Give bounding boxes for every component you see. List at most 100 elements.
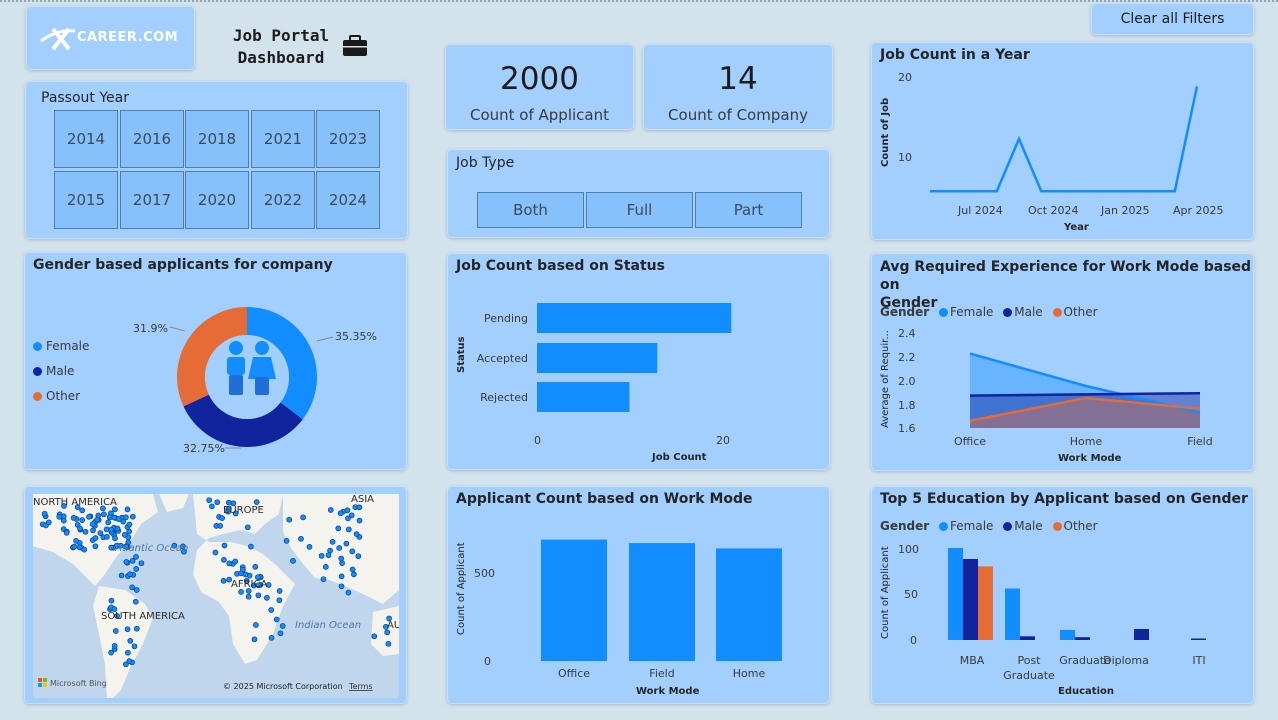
map-label-south-america: SOUTH AMERICA — [101, 611, 185, 622]
edu-bar-diploma-male[interactable] — [1134, 629, 1149, 640]
map-dot — [336, 545, 343, 551]
map-dot — [212, 549, 219, 556]
map-label-indian-ocean: Indian Ocean — [295, 620, 361, 631]
job-count-year-chart: 20 10 Count of Job Jul 2024 Oct 2024 Jan… — [880, 71, 1224, 233]
status-xtick-20: 20 — [716, 434, 730, 447]
map-dot — [226, 560, 233, 567]
clear-filters-button[interactable]: Clear all Filters — [1091, 3, 1254, 35]
edu-bar-graduate-male[interactable] — [1075, 637, 1090, 640]
map-dot — [300, 514, 306, 521]
map-card: NORTH AMERICA EUROPE ASIA Atlantic Ocean… — [24, 486, 407, 704]
female-pct-label: 35.35% — [335, 330, 377, 343]
edu-xtick-post-graduate-line2: Graduate — [1003, 669, 1055, 682]
map-dot — [337, 510, 344, 517]
status-bar-rejected[interactable] — [537, 382, 630, 412]
map-dot — [108, 597, 115, 604]
work-mode-bar-field[interactable] — [629, 543, 695, 661]
map-dot — [345, 526, 352, 533]
year-option-2024[interactable]: 2024 — [316, 171, 380, 229]
map-label-africa: AFRICA — [231, 579, 267, 590]
map-dot — [133, 587, 140, 593]
kpi-companies-label: Count of Company — [668, 106, 808, 124]
map-dot — [81, 546, 88, 553]
year-option-2018[interactable]: 2018 — [185, 110, 249, 168]
job-type-slicer: Job Type Both Full Part — [447, 149, 830, 238]
map-dot — [124, 626, 131, 633]
map-copyright: © 2025 Microsoft Corporation — [223, 682, 343, 691]
work-mode-bar-home[interactable] — [716, 548, 782, 661]
year-option-2014[interactable]: 2014 — [54, 110, 118, 168]
job-type-full[interactable]: Full — [586, 192, 693, 228]
map-dot — [356, 517, 363, 524]
map-dot — [131, 643, 138, 650]
education-xlabel: Education — [1058, 686, 1114, 697]
map-dot — [123, 514, 129, 521]
kpi-applicants-card: 2000 Count of Applicant — [445, 44, 634, 130]
map-terms-link[interactable]: Terms — [348, 682, 373, 691]
donut-hole — [205, 335, 289, 419]
map-dot — [253, 499, 260, 505]
edu-bar-iti-male[interactable] — [1191, 638, 1206, 641]
kpi-applicants-value: 2000 — [500, 61, 579, 97]
status-bar-accepted[interactable] — [537, 343, 658, 373]
map-dot — [133, 566, 140, 572]
year-option-2020[interactable]: 2020 — [185, 171, 249, 229]
map-dot — [70, 515, 77, 521]
job-type-part[interactable]: Part — [695, 192, 802, 228]
map-dot — [129, 513, 136, 520]
map-dot — [371, 633, 378, 640]
world-map[interactable]: NORTH AMERICA EUROPE ASIA Atlantic Ocean… — [33, 494, 399, 698]
job-type-both[interactable]: Both — [477, 192, 584, 228]
map-dot — [248, 543, 254, 550]
map-dot — [112, 535, 118, 542]
ytick-20: 20 — [898, 71, 912, 84]
map-dot — [338, 573, 345, 580]
job-type-title: Job Type — [456, 155, 515, 171]
edu-xtick-iti: ITI — [1192, 654, 1205, 667]
year-option-2023[interactable]: 2023 — [316, 110, 380, 168]
year-option-2015[interactable]: 2015 — [54, 171, 118, 229]
edu-bar-mba-other[interactable] — [978, 566, 993, 640]
work-mode-bar-office[interactable] — [541, 539, 607, 661]
map-label-atlantic: Atlantic Ocean — [114, 543, 188, 554]
map-dot — [343, 540, 350, 547]
map-dot — [127, 571, 133, 578]
year-option-2022[interactable]: 2022 — [251, 171, 315, 229]
status-label-accepted: Accepted — [477, 352, 528, 365]
map-label-north-america: NORTH AMERICA — [33, 497, 117, 508]
year-option-2017[interactable]: 2017 — [120, 171, 184, 229]
avg-ytick-2.0: 2.0 — [898, 375, 916, 388]
edu-ytick-50: 50 — [904, 588, 918, 601]
year-option-2021[interactable]: 2021 — [251, 110, 315, 168]
map-dot — [345, 589, 352, 596]
avg-xtick-field: Field — [1187, 435, 1212, 448]
education-bar-chart: Count of Applicant 100 50 0 Education MB… — [880, 543, 1206, 697]
map-dot — [118, 572, 125, 579]
year-option-2016[interactable]: 2016 — [120, 110, 184, 168]
passout-year-slicer: Passout Year 2014 2016 2018 2021 2023 20… — [25, 81, 408, 239]
map-dot — [348, 512, 355, 519]
logo-text: CAREER.COM — [77, 30, 179, 45]
work-mode-ylabel: Count of Applicant — [456, 542, 467, 635]
dashboard-title-line2: Dashboard — [237, 48, 325, 67]
map-dot — [111, 643, 118, 649]
map-dot — [56, 513, 63, 520]
map-label-au: AU — [387, 620, 399, 631]
edu-bar-mba-female[interactable] — [948, 548, 963, 640]
edu-xtick-diploma: Diploma — [1103, 654, 1149, 667]
map-dot — [133, 554, 139, 560]
edu-bar-mba-male[interactable] — [963, 559, 978, 640]
map-dot — [124, 506, 131, 513]
map-dot — [217, 523, 224, 529]
status-bar-pending[interactable] — [537, 303, 732, 333]
edu-bar-post-graduate-male[interactable] — [1020, 636, 1035, 640]
map-dot — [298, 536, 304, 542]
map-dot — [108, 526, 114, 533]
xtick-jul-2024: Jul 2024 — [957, 204, 1003, 217]
status-xlabel: Job Count — [651, 452, 707, 463]
edu-bar-graduate-female[interactable] — [1060, 629, 1075, 640]
map-dot — [276, 588, 283, 594]
map-dot — [63, 529, 70, 536]
map-dot — [60, 517, 67, 524]
edu-bar-post-graduate-female[interactable] — [1005, 588, 1020, 641]
